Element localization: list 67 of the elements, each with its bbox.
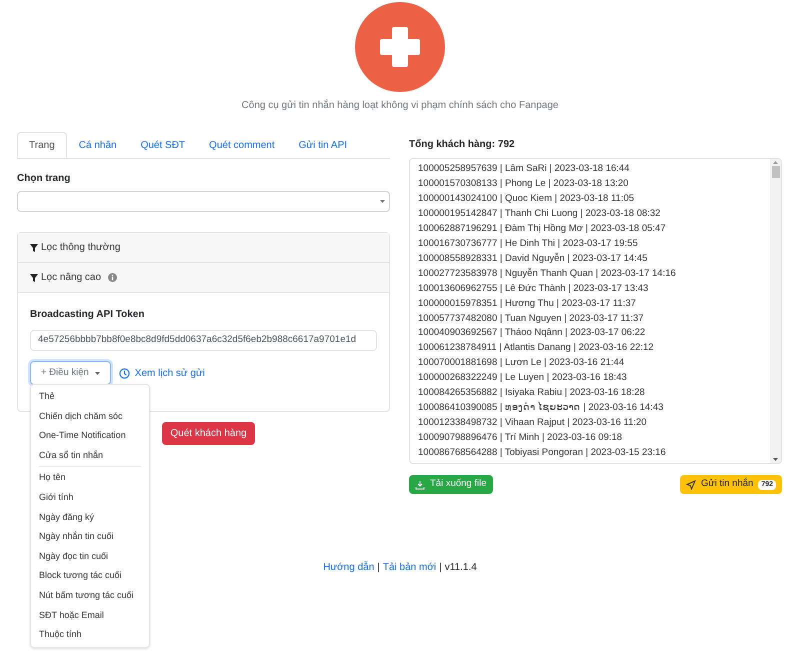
filter-icon bbox=[30, 244, 38, 252]
field-label: Broadcasting API Token bbox=[30, 308, 146, 322]
customer-list[interactable] bbox=[409, 158, 782, 464]
scan-customers-button[interactable]: Quét khách hàng bbox=[162, 422, 255, 445]
download-icon bbox=[415, 480, 425, 490]
customer-row-text: 100070001881698 | Lươn Le | 2023-03-16 21:44 bbox=[418, 356, 624, 370]
separator: | bbox=[377, 561, 380, 575]
clock-icon bbox=[118, 368, 130, 378]
customer-row-text: 100086410390085 | ທອງດ່າ ໄຊຍະວາດ | 2023-03-16 14:43 bbox=[418, 401, 664, 416]
menu-item[interactable]: Giới tính bbox=[31, 488, 149, 508]
customer-row-text: 100012338498732 | Vihaan Rajput | 2023-03-16 11:20 bbox=[418, 416, 647, 430]
customer-row-text: 100008558928331 | David Nguyễn | 2023-03-17 14:45 bbox=[418, 252, 648, 266]
customer-row-text: 100057737482080 | Tuan Nguyen | 2023-03-17 11:37 bbox=[418, 312, 644, 326]
customer-row-text: 100000195142847 | Thanh Chi Luong | 2023-03-18 08:32 bbox=[418, 206, 660, 221]
customer-total: Tổng khách hàng: 792 bbox=[409, 138, 516, 152]
tab[interactable]: Trang bbox=[17, 132, 67, 158]
version-text: v11.1.4 bbox=[444, 561, 477, 575]
menu-item[interactable]: Ngày đọc tin cuối bbox=[31, 546, 149, 566]
scrollbar-thumb[interactable] bbox=[772, 166, 780, 178]
filter-icon bbox=[30, 274, 38, 282]
send-icon bbox=[686, 480, 696, 490]
menu-item[interactable]: Ngày nhắn tin cuối bbox=[31, 527, 149, 547]
customer-row-text: 100016730736777 | He Dinh Thi | 2023-03-17 19:55 bbox=[418, 236, 638, 251]
filter-header[interactable]: Lọc nâng cao bbox=[18, 263, 389, 293]
subtitle: Công cụ gửi tin nhắn hàng loạt không vi phạm chính sách cho Fanpage bbox=[242, 98, 558, 113]
menu-item[interactable]: Block tương tác cuối bbox=[31, 566, 149, 586]
menu-item[interactable]: Cửa sổ tin nhắn bbox=[31, 446, 149, 466]
menu-item[interactable]: One-Time Notification bbox=[31, 426, 149, 446]
customer-row-text: 100086768564288 | Tobiyasi Pongoran | 2023-03-15 23:16 bbox=[418, 446, 666, 460]
history-link[interactable]: Xem lịch sử gửi bbox=[118, 366, 205, 380]
scroll-up-icon[interactable] bbox=[773, 161, 778, 164]
customer-row-text: 100027723583978 | Nguyễn Thanh Quan | 2023-03-17 14:16 bbox=[418, 266, 676, 281]
scroll-down-icon[interactable] bbox=[773, 458, 778, 461]
tab[interactable]: Cá nhân bbox=[66, 132, 129, 158]
menu-item[interactable]: SĐT hoặc Email bbox=[31, 606, 149, 626]
caret-icon bbox=[380, 200, 385, 203]
caret-icon bbox=[94, 372, 100, 374]
history-link-text[interactable]: Xem lịch sử gửi bbox=[134, 366, 205, 380]
token-field[interactable]: 4e57256bbbb7bb8f0e8bc8d9fd5dd0637a6c32d5f6eb2b988c6617a9701e1d bbox=[30, 330, 377, 351]
tab[interactable]: Gửi tin API bbox=[286, 132, 360, 158]
footer-link[interactable]: Tải bản mới bbox=[382, 560, 436, 575]
customer-row-text: 100000015978351 | Hương Thu | 2023-03-17 11:37 bbox=[418, 296, 636, 311]
customer-row-text: 100090798896476 | Trí Minh | 2023-03-16 09:18 bbox=[418, 431, 622, 446]
customer-row-text: 100040903692567 | Tháoo Nqânn | 2023-03-17 06:22 bbox=[418, 326, 646, 340]
page-select[interactable] bbox=[17, 191, 390, 212]
menu-item[interactable]: Thẻ bbox=[31, 387, 149, 407]
menu-item[interactable]: Chiến dịch chăm sóc bbox=[31, 406, 149, 426]
customer-row-text: 100061238784911 | Atlantis Danang | 2023-03-16 22:12 bbox=[418, 341, 654, 356]
menu-item[interactable]: Ngày đăng ký bbox=[31, 508, 149, 528]
customer-row-text: 100001570308133 | Phong Le | 2023-03-18 13:20 bbox=[418, 176, 628, 191]
customer-row-text: 100062887196291 | Đàm Thị Hồng Mơ | 2023-03-18 05:47 bbox=[418, 222, 666, 236]
customer-row-text: 100084265356882 | Isiyaka Rabiu | 2023-03-16 18:28 bbox=[418, 386, 645, 400]
field-label: Chọn trang bbox=[17, 172, 72, 186]
tab[interactable]: Quét comment bbox=[197, 132, 287, 158]
menu-item[interactable]: Nút bấm tương tác cuối bbox=[31, 586, 149, 606]
menu-item[interactable]: Họ tên bbox=[31, 468, 149, 488]
separator: | bbox=[439, 561, 442, 575]
tab[interactable]: Quét SĐT bbox=[128, 132, 198, 158]
footer-link[interactable]: Hướng dẫn bbox=[323, 560, 374, 575]
filter-header[interactable]: Lọc thông thường bbox=[18, 233, 389, 263]
customer-row-text: 100005258957639 | Lâm SaRi | 2023-03-18 16:44 bbox=[418, 162, 630, 176]
customer-row-text: 100013606962755 | Lê Đức Thành | 2023-03-17 13:43 bbox=[418, 282, 648, 296]
scrollbar[interactable] bbox=[770, 159, 781, 463]
customer-row-text: 100000143024100 | Quoc Kiem | 2023-03-18 11:05 bbox=[418, 192, 634, 206]
customer-row-text: 100000268322249 | Le Luyen | 2023-03-16 18:43 bbox=[418, 371, 627, 386]
menu-item[interactable]: Thuộc tính bbox=[31, 625, 149, 645]
plus-logo-icon bbox=[355, 2, 445, 92]
